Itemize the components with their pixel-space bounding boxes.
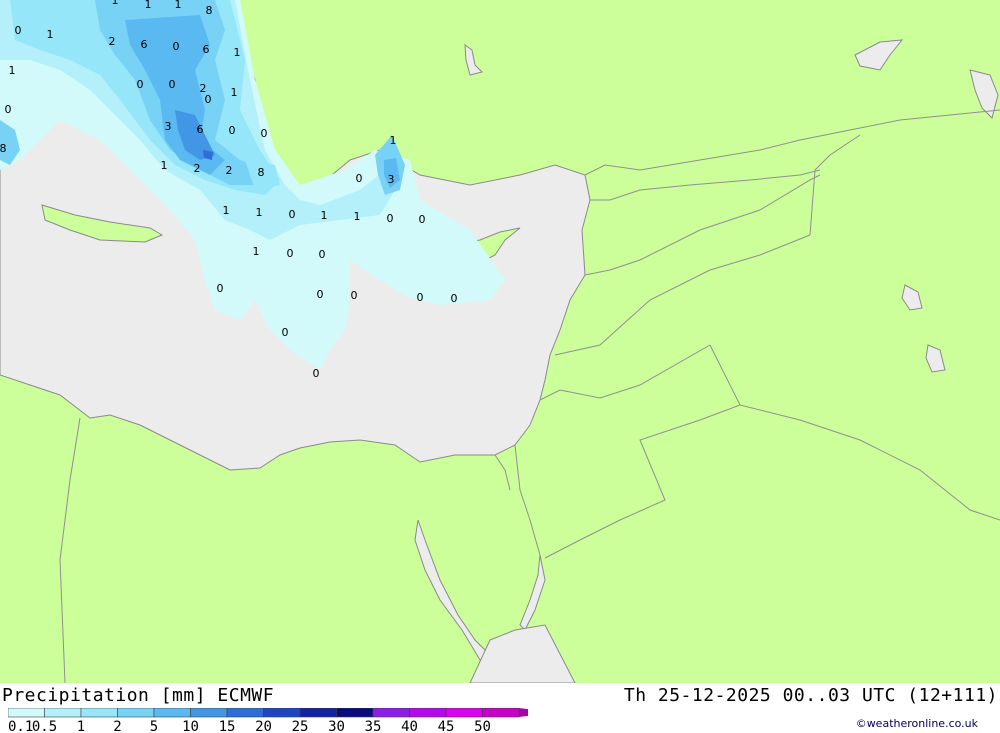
legend-label: 10 [182, 719, 199, 733]
precip-label: 1 [256, 206, 263, 219]
legend-swatch [8, 708, 45, 718]
copyright-notice: ©weatheronline.co.uk [855, 717, 978, 730]
precip-label: 1 [321, 209, 328, 222]
precip-label: 0 [5, 103, 12, 116]
precip-label: 0 [205, 93, 212, 106]
precip-label: 0 [261, 127, 268, 140]
precip-label: 1 [145, 0, 152, 11]
precip-label: 0 [313, 367, 320, 380]
legend-label: 0.1 [8, 719, 33, 733]
precip-label: 1 [390, 134, 397, 147]
precip-label: 3 [388, 173, 395, 186]
precip-label: 0 [137, 78, 144, 91]
precip-label: 2 [194, 162, 201, 175]
precip-label: 1 [47, 28, 54, 41]
precip-label: 6 [141, 38, 148, 51]
legend-swatch [153, 708, 191, 718]
precip-label: 1 [234, 46, 241, 59]
legend-swatch [117, 708, 155, 718]
precip-label: 1 [354, 210, 361, 223]
legend-swatch [482, 708, 520, 718]
precip-label: 0 [287, 247, 294, 260]
legend-label: 20 [255, 719, 272, 733]
precip-label: 1 [9, 64, 16, 77]
precip-label: 3 [165, 120, 172, 133]
legend-swatch [190, 708, 228, 718]
map-footer: Precipitation [mm] ECMWF Th 25-12-2025 0… [0, 683, 1000, 733]
precip-label: 0 [317, 288, 324, 301]
precip-label: 0 [351, 289, 358, 302]
precip-label: 6 [203, 43, 210, 56]
precip-label: 0 [173, 40, 180, 53]
legend-swatch [372, 708, 410, 718]
precip-label: 0 [319, 248, 326, 261]
legend-label: 50 [474, 719, 491, 733]
precip-label: 8 [0, 142, 7, 155]
precip-label: 8 [258, 166, 265, 179]
legend-label: 25 [292, 719, 309, 733]
precip-label: 0 [387, 212, 394, 225]
precip-label: 1 [223, 204, 230, 217]
legend-swatch [336, 708, 374, 718]
legend-swatch [445, 708, 483, 718]
legend-label: 2 [113, 719, 121, 733]
legend-label: 30 [328, 719, 345, 733]
precip-label: 0 [356, 172, 363, 185]
legend-label: 40 [401, 719, 418, 733]
legend-arrow [519, 708, 528, 717]
legend-labels: 0.10.5 1 2 5 10 15 20 25 30 35 40 45 50 [8, 719, 491, 733]
map-title: Precipitation [mm] ECMWF [2, 685, 275, 706]
precip-label: 1 [231, 86, 238, 99]
precip-label: 6 [197, 123, 204, 136]
legend-label: 0.5 [32, 719, 57, 733]
legend-label: 5 [150, 719, 158, 733]
precip-label: 2 [109, 35, 116, 48]
legend-swatch [299, 708, 337, 718]
legend-swatch [44, 708, 82, 718]
precip-label: 0 [417, 291, 424, 304]
legend-label: 45 [438, 719, 455, 733]
precip-label: 1 [161, 159, 168, 172]
legend-label: 15 [219, 719, 236, 733]
legend-label: 1 [77, 719, 85, 733]
legend-swatches [8, 708, 528, 718]
precip-label: 0 [15, 24, 22, 37]
precipitation-map: 0 1 1 8 1 1 2 6 0 6 1 1 0 0 2 1 0 0 3 6 … [0, 0, 1000, 683]
legend-swatch [226, 708, 264, 718]
precip-label: 0 [289, 208, 296, 221]
legend-label: 35 [365, 719, 382, 733]
legend-swatch [80, 708, 118, 718]
color-scale-legend: 0.10.5 1 2 5 10 15 20 25 30 35 40 45 50 [8, 708, 528, 733]
precip-label: 1 [175, 0, 182, 11]
precip-label: 0 [451, 292, 458, 305]
precip-label: 2 [226, 164, 233, 177]
precip-label: 0 [229, 124, 236, 137]
precip-label: 1 [253, 245, 260, 258]
precip-label: 0 [217, 282, 224, 295]
precip-label: 0 [419, 213, 426, 226]
forecast-datetime: Th 25-12-2025 00..03 UTC (12+111) [623, 685, 998, 706]
precip-label: 1 [112, 0, 119, 7]
legend-swatch [409, 708, 447, 718]
legend-swatch [263, 708, 301, 718]
precip-label: 8 [206, 4, 213, 17]
precip-label: 0 [282, 326, 289, 339]
precip-label: 0 [169, 78, 176, 91]
